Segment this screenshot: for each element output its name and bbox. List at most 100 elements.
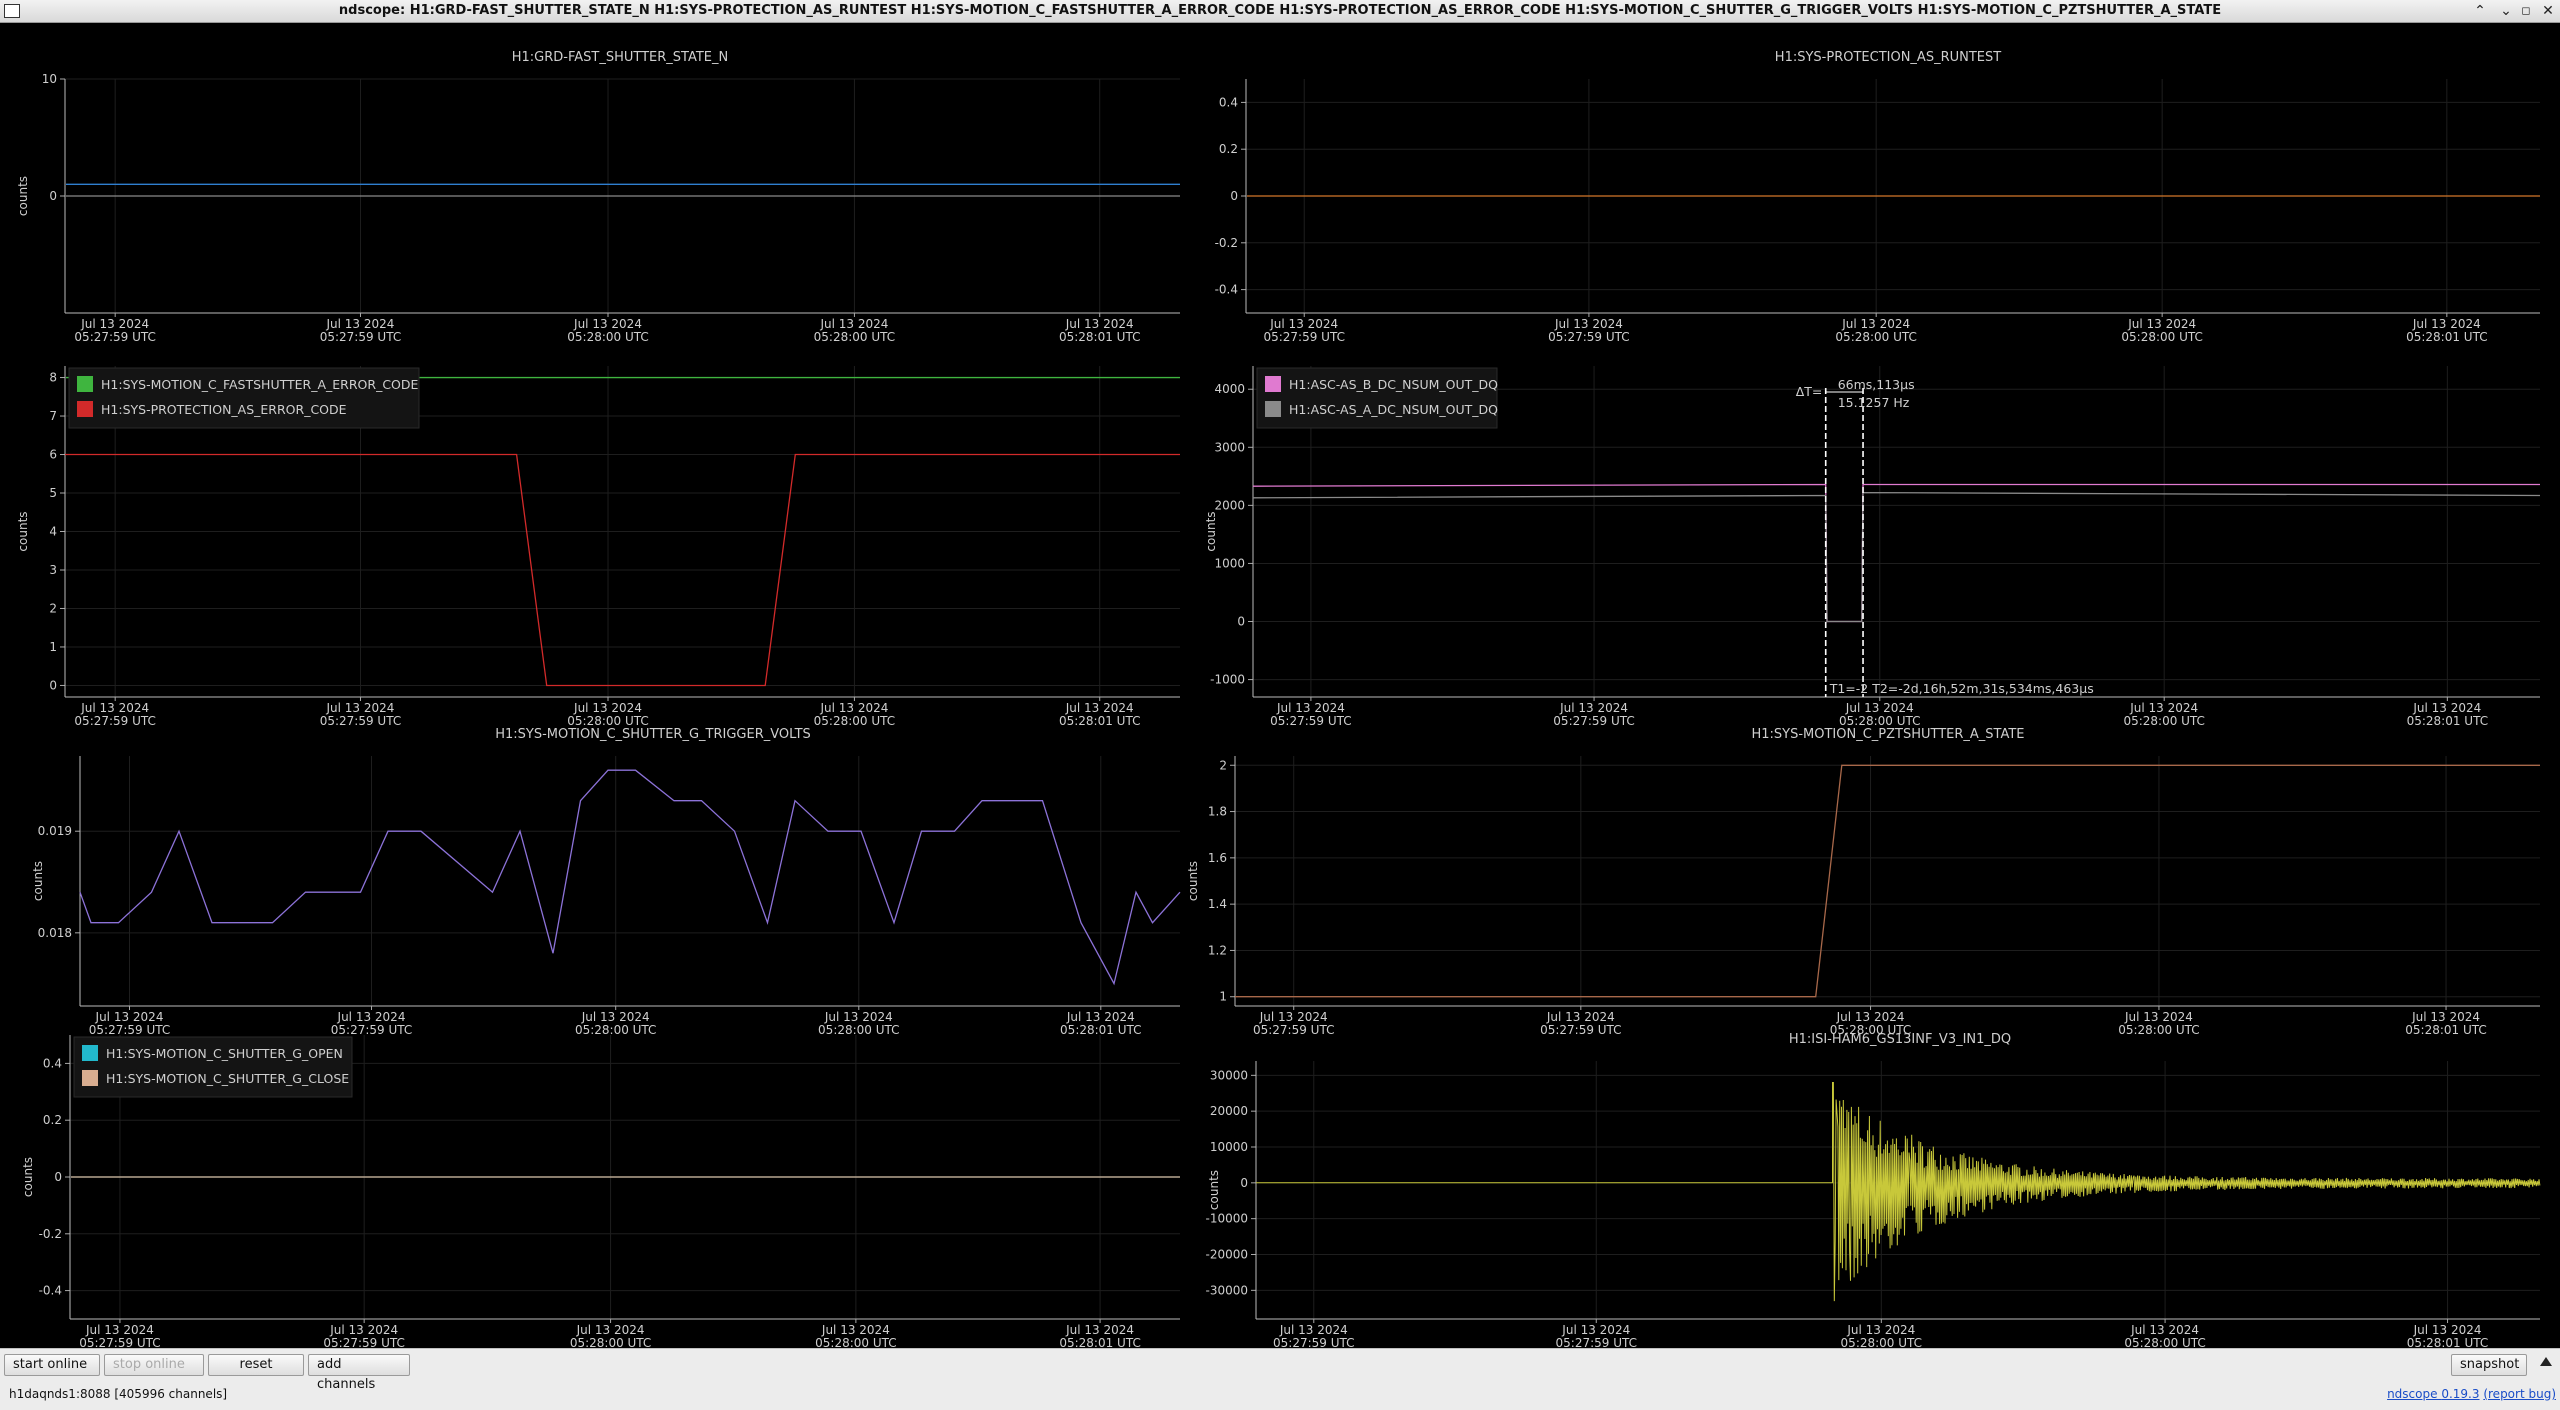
x-tick-label: Jul 13 2024: [2129, 701, 2198, 715]
plot-title: H1:SYS-MOTION_C_PZTSHUTTER_A_STATE: [1751, 727, 2024, 742]
x-tick-label: 05:28:00 UTC: [814, 330, 896, 344]
legend[interactable]: H1:SYS-MOTION_C_FASTSHUTTER_A_ERROR_CODE…: [68, 367, 420, 429]
plot-p8[interactable]: H1:ISI-HAM6_GS13INF_V3_IN1_DQ 30000 20000 1…: [1205, 1032, 2541, 1347]
plot-p2[interactable]: H1:SYS-PROTECTION_AS_RUNTEST 0.4 0.2 0 -0.2 -…: [1215, 50, 2540, 344]
y-tick-label: -0.2: [1215, 236, 1238, 250]
legend-label: H1:SYS-MOTION_C_SHUTTER_G_OPEN: [106, 1046, 343, 1061]
legend[interactable]: H1:SYS-MOTION_C_SHUTTER_G_OPEN H1:SYS-MOT…: [73, 1036, 353, 1098]
plot-p4[interactable]: 40003000200010000-1000countsJul 13 20240…: [1204, 366, 2541, 728]
y-axis-label: counts: [21, 1157, 35, 1197]
y-axis-label: counts: [1186, 861, 1200, 901]
y-tick-label: 1.2: [1208, 943, 1227, 957]
x-tick-label: 05:28:00 UTC: [570, 1336, 652, 1347]
status-text: h1daqnds1:8088 [405996 channels]: [9, 1387, 227, 1401]
x-tick-label: 05:27:59 UTC: [1540, 1023, 1622, 1037]
x-tick-label: 05:28:01 UTC: [1060, 1023, 1142, 1037]
y-tick-label: 0.4: [1219, 95, 1238, 109]
y-tick-label: 5: [49, 486, 57, 500]
plot-title: H1:ISI-HAM6_GS13INF_V3_IN1_DQ: [1789, 1032, 2011, 1047]
x-tick-label: Jul 13 2024: [1065, 701, 1134, 715]
series-line-h1-asc-as-a-dc-nsum-out-dq: [1252, 491, 2541, 623]
y-tick-label: 0.2: [43, 1113, 62, 1127]
x-tick-label: 05:27:59 UTC: [89, 1023, 171, 1037]
plot-title: H1:SYS-MOTION_C_SHUTTER_G_TRIGGER_VOLTS: [495, 727, 811, 742]
start-online-button[interactable]: start online: [4, 1354, 100, 1376]
x-tick-label: 05:28:00 UTC: [814, 714, 896, 728]
x-tick-label: Jul 13 2024: [1065, 1323, 1134, 1337]
x-tick-label: 05:27:59 UTC: [1253, 1023, 1335, 1037]
y-tick-label: 0.018: [38, 926, 72, 940]
cursor-frequency: 15.1257 Hz: [1838, 395, 1910, 410]
bottom-toolbar: start online stop online reset add chann…: [0, 1348, 2560, 1410]
x-tick-label: Jul 13 2024: [1846, 1323, 1915, 1337]
cursor-delta-value: 66ms,113µs: [1838, 377, 1915, 392]
x-tick-label: 05:27:59 UTC: [320, 330, 402, 344]
y-tick-label: 6: [49, 448, 57, 462]
x-tick-label: Jul 13 2024: [2411, 1010, 2480, 1024]
stop-online-button[interactable]: stop online: [104, 1354, 204, 1376]
add-channels-button[interactable]: add channels: [308, 1354, 410, 1392]
x-tick-label: 05:27:59 UTC: [79, 1336, 161, 1347]
close-icon[interactable]: ✕: [2538, 3, 2558, 19]
report-bug-link[interactable]: (report bug): [2483, 1387, 2556, 1401]
server-address: h1daqnds1:8088: [9, 1387, 111, 1401]
x-tick-label: 05:28:00 UTC: [1841, 1336, 1923, 1347]
y-tick-label: 0: [1237, 615, 1245, 629]
x-tick-label: 05:27:59 UTC: [74, 714, 156, 728]
x-tick-label: Jul 13 2024: [326, 701, 395, 715]
snapshot-menu-arrow-icon[interactable]: [2540, 1357, 2552, 1366]
reset-button[interactable]: reset: [208, 1354, 304, 1376]
version-app-label: ndscope: [2387, 1387, 2438, 1401]
x-tick-label: Jul 13 2024: [1836, 1010, 1905, 1024]
y-tick-label: 0: [1230, 189, 1238, 203]
y-tick-label: 0.019: [38, 824, 72, 838]
restore-icon[interactable]: ◻: [2516, 3, 2536, 19]
legend-swatch[interactable]: [1265, 376, 1281, 392]
legend[interactable]: H1:ASC-AS_B_DC_NSUM_OUT_DQ H1:ASC-AS_A_DC…: [1256, 367, 1498, 429]
time-cursors[interactable]: ΔT= 66ms,113µs 15.1257 Hz T1=-2 T2=-2d,16h,…: [1796, 377, 2094, 697]
series-line-p5-0: [79, 769, 1181, 986]
x-tick-label: 05:28:01 UTC: [2407, 1336, 2489, 1347]
y-tick-label: 0: [49, 678, 57, 692]
x-tick-label: Jul 13 2024: [824, 1010, 893, 1024]
plot-p1[interactable]: H1:GRD-FAST_SHUTTER_STATE_N 10 0 counts Jul …: [16, 50, 1180, 344]
y-tick-label: 0.2: [1219, 142, 1238, 156]
plot-title: H1:SYS-PROTECTION_AS_RUNTEST: [1775, 50, 2001, 65]
x-tick-label: 05:27:59 UTC: [323, 1336, 405, 1347]
legend-swatch[interactable]: [77, 376, 93, 392]
x-tick-label: Jul 13 2024: [821, 1323, 890, 1337]
minimize-icon[interactable]: ⌃: [2470, 3, 2490, 19]
x-tick-label: Jul 13 2024: [2124, 1010, 2193, 1024]
version-link[interactable]: ndscope 0.19.3: [2387, 1387, 2479, 1401]
x-tick-label: Jul 13 2024: [1561, 1323, 1630, 1337]
legend-swatch[interactable]: [82, 1045, 98, 1061]
x-tick-label: 05:27:59 UTC: [331, 1023, 413, 1037]
x-tick-label: 05:27:59 UTC: [1553, 714, 1635, 728]
x-tick-label: Jul 13 2024: [819, 701, 888, 715]
x-tick-label: 05:27:59 UTC: [320, 714, 402, 728]
x-tick-label: 05:28:01 UTC: [1059, 330, 1141, 344]
x-tick-label: Jul 13 2024: [2412, 701, 2481, 715]
x-tick-label: 05:28:00 UTC: [567, 714, 649, 728]
y-tick-label: -0.4: [39, 1284, 62, 1298]
legend-swatch[interactable]: [82, 1070, 98, 1086]
legend-swatch[interactable]: [1265, 401, 1281, 417]
plot-p6[interactable]: H1:SYS-MOTION_C_PZTSHUTTER_A_STATE 2 1.8 1.…: [1186, 727, 2540, 1037]
maximize-icon[interactable]: ⌄: [2496, 3, 2516, 19]
y-tick-label: 1: [49, 640, 57, 654]
x-tick-label: 05:28:00 UTC: [1835, 330, 1917, 344]
x-tick-label: Jul 13 2024: [819, 317, 888, 331]
x-tick-label: Jul 13 2024: [573, 701, 642, 715]
plot-grid[interactable]: H1:GRD-FAST_SHUTTER_STATE_N100countsJul …: [0, 23, 2560, 1347]
x-tick-label: Jul 13 2024: [326, 317, 395, 331]
plot-p3[interactable]: 876543210countsJul 13 202405:27:59 UTCJu…: [16, 366, 1180, 728]
legend-swatch[interactable]: [77, 401, 93, 417]
x-tick-label: Jul 13 2024: [581, 1010, 650, 1024]
snapshot-button[interactable]: snapshot: [2451, 1354, 2527, 1376]
y-tick-label: -10000: [1205, 1212, 1248, 1226]
y-tick-label: 0.4: [43, 1056, 62, 1070]
plot-p5[interactable]: H1:SYS-MOTION_C_SHUTTER_G_TRIGGER_VOLTS 0…: [31, 727, 1181, 1037]
y-tick-label: -0.2: [39, 1227, 62, 1241]
plot-p7[interactable]: 0.40.20-0.2-0.4countsJul 13 202405:27:59…: [21, 1035, 1180, 1347]
y-tick-label: 20000: [1210, 1104, 1248, 1118]
